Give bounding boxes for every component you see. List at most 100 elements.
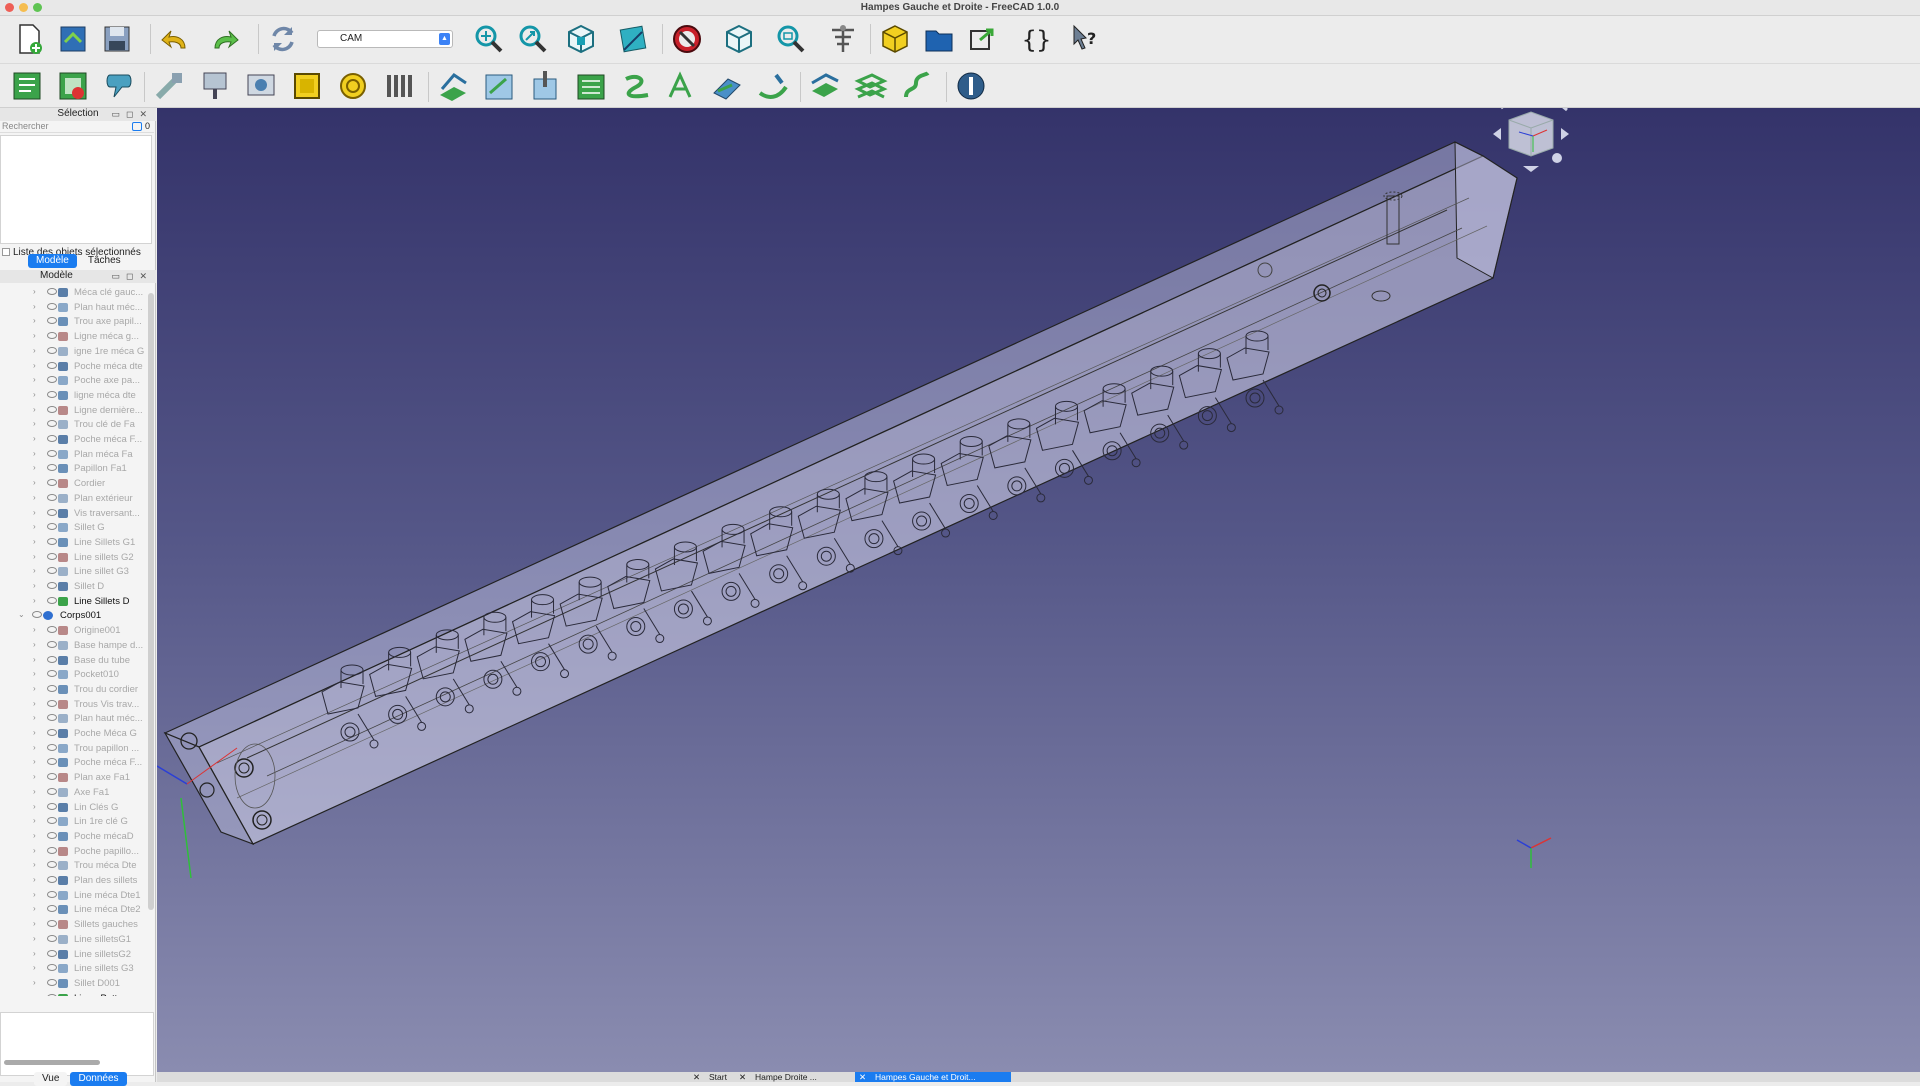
chevron-right-icon[interactable]: › — [33, 478, 36, 487]
tree-item[interactable]: › Trou papillon ... — [0, 742, 150, 756]
tree-item[interactable]: › Trou du cordier — [0, 683, 150, 697]
chevron-right-icon[interactable]: › — [33, 934, 36, 943]
tree-item[interactable]: › Axe Fa1 — [0, 786, 150, 800]
visibility-eye-icon[interactable] — [32, 611, 42, 619]
tree-item[interactable]: › Poche mécaD — [0, 830, 150, 844]
tab-data[interactable]: Données — [70, 1072, 127, 1086]
close-icon[interactable]: ✕ — [739, 1072, 746, 1082]
tree-item[interactable]: › Plan des sillets — [0, 874, 150, 888]
visibility-eye-icon[interactable] — [47, 435, 57, 442]
visibility-eye-icon[interactable] — [47, 920, 57, 928]
chevron-right-icon[interactable]: › — [33, 757, 36, 766]
tab-model[interactable]: Modèle — [28, 254, 77, 268]
cam-info-icon[interactable] — [954, 69, 988, 103]
chevron-right-icon[interactable]: › — [33, 772, 36, 781]
cam-adaptive-icon[interactable] — [528, 69, 562, 103]
chevron-right-icon[interactable]: › — [33, 419, 36, 428]
visibility-eye-icon[interactable] — [47, 582, 57, 589]
chevron-right-icon[interactable]: › — [33, 522, 36, 531]
new-document-icon[interactable] — [12, 22, 46, 56]
tree-scrollbar[interactable] — [148, 293, 154, 910]
tree-item[interactable]: › Line sillet G3 — [0, 565, 150, 579]
cam-inspect-icon[interactable] — [102, 69, 136, 103]
doc-tab-hampes-gauche-droite[interactable]: ✕ Hampes Gauche et Droit... — [855, 1072, 1011, 1082]
chevron-right-icon[interactable]: › — [33, 493, 36, 502]
visibility-eye-icon[interactable] — [47, 743, 57, 751]
redo-icon[interactable] — [208, 22, 242, 56]
doc-tab-start[interactable]: ✕ Start — [689, 1072, 735, 1082]
chevron-down-icon[interactable]: ⌄ — [18, 610, 25, 619]
chevron-right-icon[interactable]: › — [33, 640, 36, 649]
group-folder-icon[interactable] — [922, 22, 956, 56]
bounding-box-icon[interactable] — [722, 22, 756, 56]
tree-item[interactable]: › Plan haut méc... — [0, 712, 150, 726]
visibility-eye-icon[interactable] — [47, 420, 57, 428]
tree-item[interactable]: › Plan axe Fa1 — [0, 771, 150, 785]
visibility-eye-icon[interactable] — [47, 493, 57, 501]
tree-item[interactable]: › Line Sillets G1 — [0, 536, 150, 550]
chevron-right-icon[interactable]: › — [33, 949, 36, 958]
visibility-eye-icon[interactable] — [47, 758, 57, 766]
visibility-eye-icon[interactable] — [47, 361, 57, 369]
cam-pocket-icon[interactable] — [482, 69, 516, 103]
visibility-eye-icon[interactable] — [47, 523, 57, 531]
tree-item[interactable]: › Sillet G — [0, 521, 150, 535]
chevron-right-icon[interactable]: › — [33, 596, 36, 605]
tree-item[interactable]: › Line silletsG1 — [0, 933, 150, 947]
chevron-right-icon[interactable]: › — [33, 713, 36, 722]
visibility-eye-icon[interactable] — [47, 346, 57, 354]
visibility-eye-icon[interactable] — [47, 508, 57, 516]
chevron-right-icon[interactable]: › — [33, 463, 36, 472]
chevron-right-icon[interactable]: › — [33, 802, 36, 811]
property-view[interactable] — [0, 1012, 154, 1076]
chevron-right-icon[interactable]: › — [33, 978, 36, 987]
panel-window-controls[interactable]: ▭◻✕ — [111, 109, 153, 120]
tree-item[interactable]: › Line méca Dte1 — [0, 889, 150, 903]
chevron-right-icon[interactable]: › — [33, 787, 36, 796]
tree-item[interactable]: › Poche Méca G — [0, 727, 150, 741]
tree-item[interactable]: › Plan extérieur — [0, 492, 150, 506]
standard-views-icon[interactable] — [564, 22, 598, 56]
chevron-right-icon[interactable]: › — [33, 346, 36, 355]
visibility-eye-icon[interactable] — [47, 831, 57, 839]
visibility-eye-icon[interactable] — [47, 288, 57, 295]
visibility-eye-icon[interactable] — [47, 934, 57, 942]
chevron-right-icon[interactable]: › — [33, 331, 36, 340]
tree-item[interactable]: › Pocket010 — [0, 668, 150, 682]
cam-waterline-icon[interactable] — [756, 69, 790, 103]
cam-simulator-icon[interactable] — [244, 69, 278, 103]
tree-item[interactable]: › Poche méca dte — [0, 360, 150, 374]
chevron-right-icon[interactable]: › — [33, 302, 36, 311]
tab-view[interactable]: Vue — [34, 1072, 68, 1086]
visibility-eye-icon[interactable] — [47, 699, 57, 707]
chevron-right-icon[interactable]: › — [33, 728, 36, 737]
tree-item[interactable]: › Poche méca F... — [0, 433, 150, 447]
tree-item[interactable]: › Méca clé gauc... — [0, 286, 150, 300]
tree-item[interactable]: › Line sillets G2 — [0, 551, 150, 565]
visibility-eye-icon[interactable] — [47, 905, 57, 913]
chevron-right-icon[interactable]: › — [33, 846, 36, 855]
visibility-eye-icon[interactable] — [47, 993, 57, 996]
selection-list[interactable] — [0, 135, 152, 244]
chevron-right-icon[interactable]: › — [33, 508, 36, 517]
visibility-eye-icon[interactable] — [47, 817, 57, 825]
undo-icon[interactable] — [158, 22, 192, 56]
tree-item[interactable]: › Lin Clés G — [0, 801, 150, 815]
selection-search-input[interactable]: Rechercher 0 — [0, 121, 154, 133]
tree-item[interactable]: › Base du tube — [0, 654, 150, 668]
fit-selection-icon[interactable] — [516, 22, 550, 56]
chevron-right-icon[interactable]: › — [33, 816, 36, 825]
visibility-eye-icon[interactable] — [47, 964, 57, 972]
chevron-right-icon[interactable]: › — [33, 537, 36, 546]
visibility-eye-icon[interactable] — [47, 890, 57, 898]
cam-profile-icon[interactable] — [436, 69, 470, 103]
open-document-icon[interactable] — [56, 22, 90, 56]
chevron-right-icon[interactable]: › — [33, 963, 36, 972]
visibility-eye-icon[interactable] — [47, 479, 57, 487]
visibility-eye-icon[interactable] — [47, 773, 57, 781]
cam-face-icon[interactable] — [336, 69, 370, 103]
tree-item[interactable]: › ligne méca dte — [0, 389, 150, 403]
tree-item[interactable]: › LinearPattern... — [0, 992, 150, 996]
visibility-eye-icon[interactable] — [47, 729, 57, 736]
visibility-eye-icon[interactable] — [47, 332, 57, 340]
